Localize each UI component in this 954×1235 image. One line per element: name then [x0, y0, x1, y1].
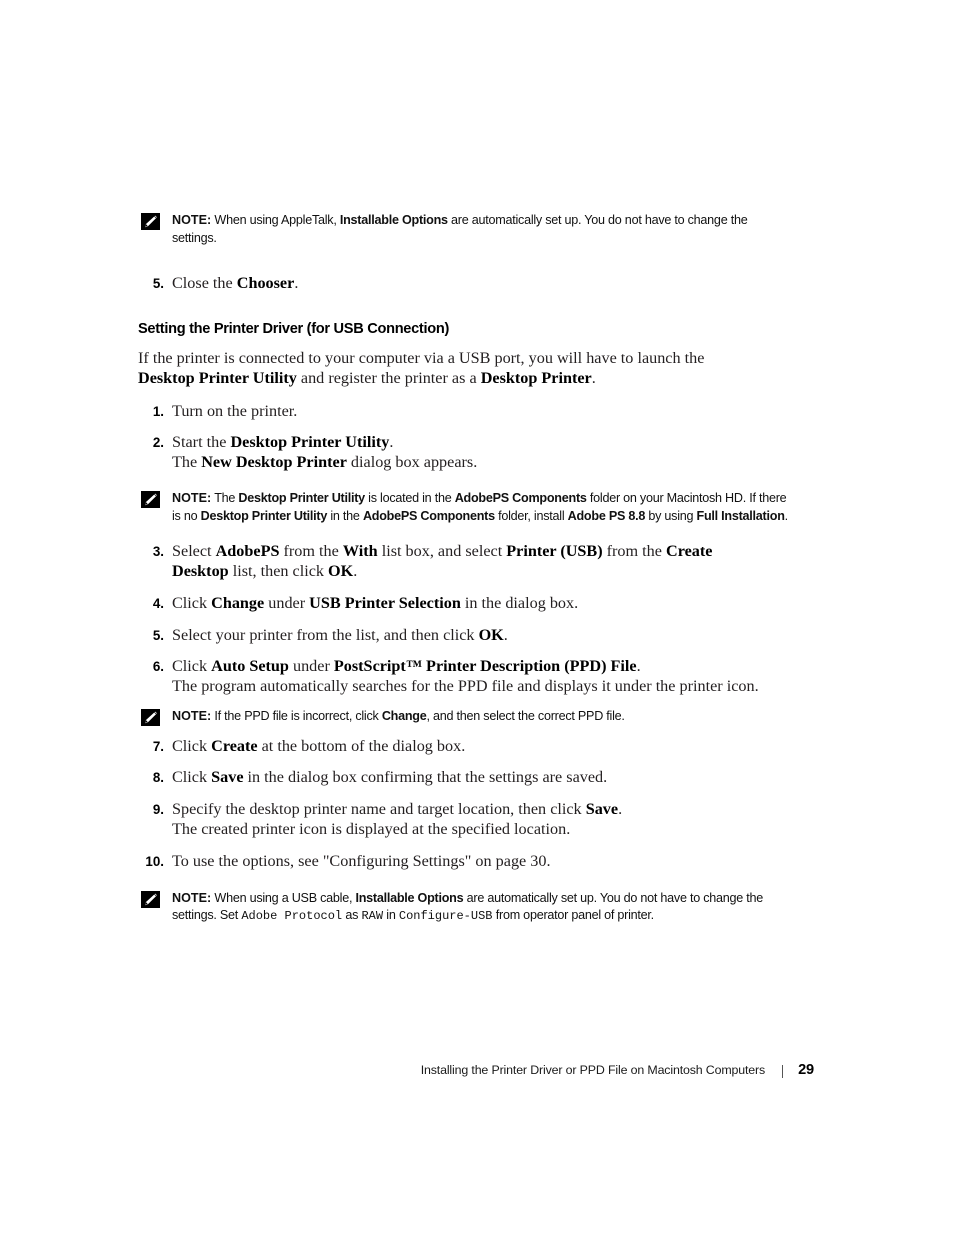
step-5: 5. Select your printer from the list, an… [138, 626, 772, 646]
step-line: Turn on the printer. [172, 401, 298, 420]
step-9: 9. Specify the desktop printer name and … [138, 800, 772, 840]
document-page: NOTE: When using AppleTalk, Installable … [0, 0, 954, 1235]
note-usb-cable: NOTE: When using a USB cable, Installabl… [138, 890, 794, 926]
step-2: 2. Start the Desktop Printer Utility. Th… [138, 433, 772, 473]
step-3: 3. Select AdobePS from the With list box… [138, 542, 772, 582]
note-text: The Desktop Printer Utility is located i… [172, 490, 788, 523]
step-line: The program automatically searches for t… [172, 677, 759, 696]
step-6: 6. Click Auto Setup under PostScript™ Pr… [138, 657, 772, 697]
note-text: If the PPD file is incorrect, click Chan… [211, 708, 625, 723]
page-content: NOTE: When using AppleTalk, Installable … [138, 212, 788, 926]
step-line: Select your printer from the list, and t… [172, 625, 508, 644]
note-appletalk: NOTE: When using AppleTalk, Installable … [138, 212, 794, 247]
step-close-chooser: 5. Close the Chooser. [138, 274, 772, 294]
step-number: 4. [152, 595, 164, 611]
step-line: Click Save in the dialog box confirming … [172, 768, 608, 787]
step-10: 10. To use the options, see "Configuring… [138, 852, 772, 872]
step-number: 5. [152, 627, 164, 643]
step-line: Click Change under USB Printer Selection… [172, 593, 579, 612]
note-text: When using a USB cable, Installable Opti… [172, 890, 764, 924]
footer-page-number: 29 [798, 1062, 814, 1078]
note-label: NOTE: [172, 708, 212, 723]
note-text: When using AppleTalk, Installable Option… [172, 213, 748, 245]
note-label: NOTE: [172, 213, 212, 227]
step-number: 2. [152, 435, 164, 451]
footer-separator [782, 1064, 784, 1078]
step-line: Click Create at the bottom of the dialog… [172, 736, 466, 755]
step-number: 5. [152, 276, 164, 292]
footer-inner: Installing the Printer Driver or PPD Fil… [421, 1062, 814, 1078]
step-text: Close the Chooser. [172, 274, 299, 293]
note-label: NOTE: [172, 890, 212, 905]
step-8: 8. Click Save in the dialog box confirmi… [138, 768, 772, 788]
step-number: 10. [145, 853, 164, 869]
step-number: 3. [152, 544, 164, 560]
note-desktop-printer-utility: NOTE: The Desktop Printer Utility is loc… [138, 490, 794, 525]
step-line: To use the options, see "Configuring Set… [172, 851, 551, 870]
footer-title: Installing the Printer Driver or PPD Fil… [420, 1063, 766, 1077]
step-line: Start the Desktop Printer Utility. [172, 433, 394, 452]
step-number: 7. [152, 738, 164, 754]
note-pencil-icon [141, 708, 160, 726]
step-line: Select AdobePS from the With list box, a… [172, 542, 713, 580]
step-number: 1. [152, 403, 164, 419]
note-ppd-incorrect: NOTE: If the PPD file is incorrect, clic… [138, 708, 794, 726]
step-line: The New Desktop Printer dialog box appea… [172, 453, 478, 472]
step-7: 7. Click Create at the bottom of the dia… [138, 737, 772, 757]
step-4: 4. Click Change under USB Printer Select… [138, 594, 772, 614]
step-line: Click Auto Setup under PostScript™ Print… [172, 657, 641, 676]
step-line: The created printer icon is displayed at… [172, 819, 571, 838]
section-heading: Setting the Printer Driver (for USB Conn… [138, 320, 450, 337]
note-pencil-icon [141, 490, 160, 508]
note-pencil-icon [141, 890, 160, 908]
step-number: 9. [152, 802, 164, 818]
note-label: NOTE: [172, 490, 212, 505]
note-pencil-icon [141, 213, 160, 230]
section-intro: If the printer is connected to your comp… [138, 348, 705, 387]
page-footer: Installing the Printer Driver or PPD Fil… [0, 1062, 954, 1084]
step-1: 1. Turn on the printer. [138, 402, 772, 422]
step-line: Specify the desktop printer name and tar… [172, 800, 623, 819]
step-number: 8. [152, 770, 164, 786]
step-number: 6. [152, 659, 164, 675]
